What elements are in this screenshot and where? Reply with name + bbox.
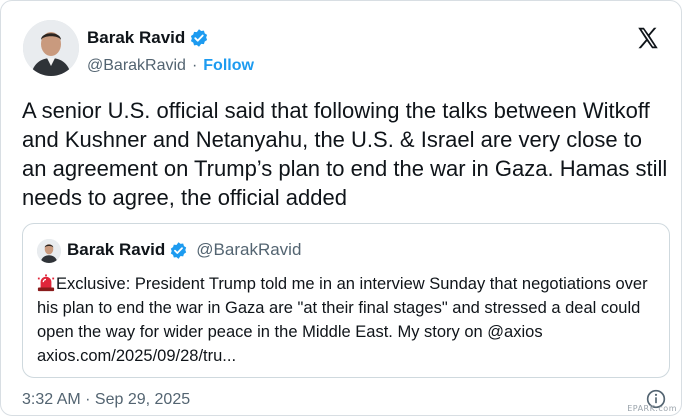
quoted-author-name[interactable]: Barak Ravid bbox=[67, 240, 165, 260]
x-logo-icon[interactable] bbox=[635, 25, 661, 51]
author-name-row: Barak Ravid bbox=[87, 28, 209, 48]
author-handle[interactable]: @BarakRavid bbox=[87, 57, 186, 75]
avatar[interactable] bbox=[23, 20, 79, 76]
verified-badge-icon bbox=[171, 241, 187, 259]
rotating-light-icon bbox=[37, 274, 55, 292]
quoted-post-body: Exclusive: President Trump told me in an… bbox=[37, 275, 648, 365]
quoted-post-text: Exclusive: President Trump told me in an… bbox=[37, 272, 659, 368]
verified-badge-icon bbox=[191, 29, 208, 47]
embedded-post-card: Barak Ravid @BarakRavid · Follow A senio… bbox=[0, 0, 682, 416]
quoted-post[interactable]: Barak Ravid @BarakRavid Exclusive: Presi… bbox=[22, 223, 670, 378]
quoted-avatar-image bbox=[37, 239, 61, 263]
post-text: A senior U.S. official said that followi… bbox=[22, 98, 668, 210]
post-timestamp[interactable]: 3:32 AM · Sep 29, 2025 bbox=[22, 391, 190, 409]
follow-button[interactable]: Follow bbox=[203, 57, 254, 75]
separator-dot: · bbox=[191, 57, 198, 74]
quoted-author-handle[interactable]: @BarakRavid bbox=[196, 240, 301, 260]
avatar-image bbox=[23, 20, 79, 76]
watermark: EPARK.com bbox=[627, 404, 677, 413]
author-handle-row: @BarakRavid · Follow bbox=[87, 57, 254, 75]
quoted-avatar[interactable] bbox=[37, 239, 61, 263]
quoted-name-row: Barak Ravid @BarakRavid bbox=[67, 240, 301, 260]
author-name[interactable]: Barak Ravid bbox=[87, 28, 185, 48]
